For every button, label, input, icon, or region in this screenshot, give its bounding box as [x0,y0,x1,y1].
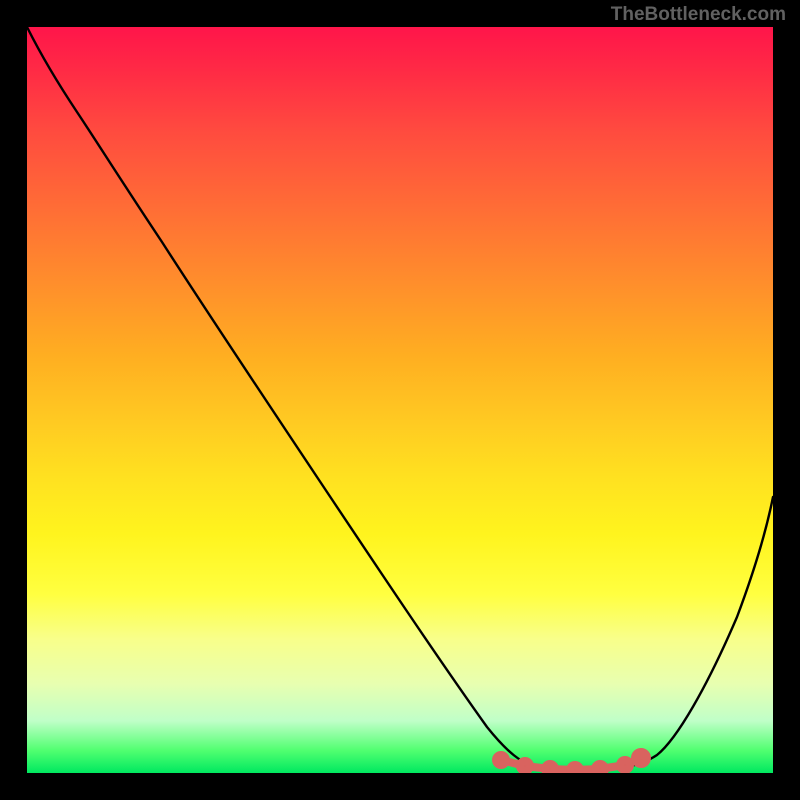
watermark-text: TheBottleneck.com [611,4,786,26]
bottleneck-curve [27,27,773,771]
plot-area [27,27,773,773]
curve-layer [27,27,773,773]
valley-highlight [496,752,647,773]
chart-container: TheBottleneck.com [0,0,800,800]
